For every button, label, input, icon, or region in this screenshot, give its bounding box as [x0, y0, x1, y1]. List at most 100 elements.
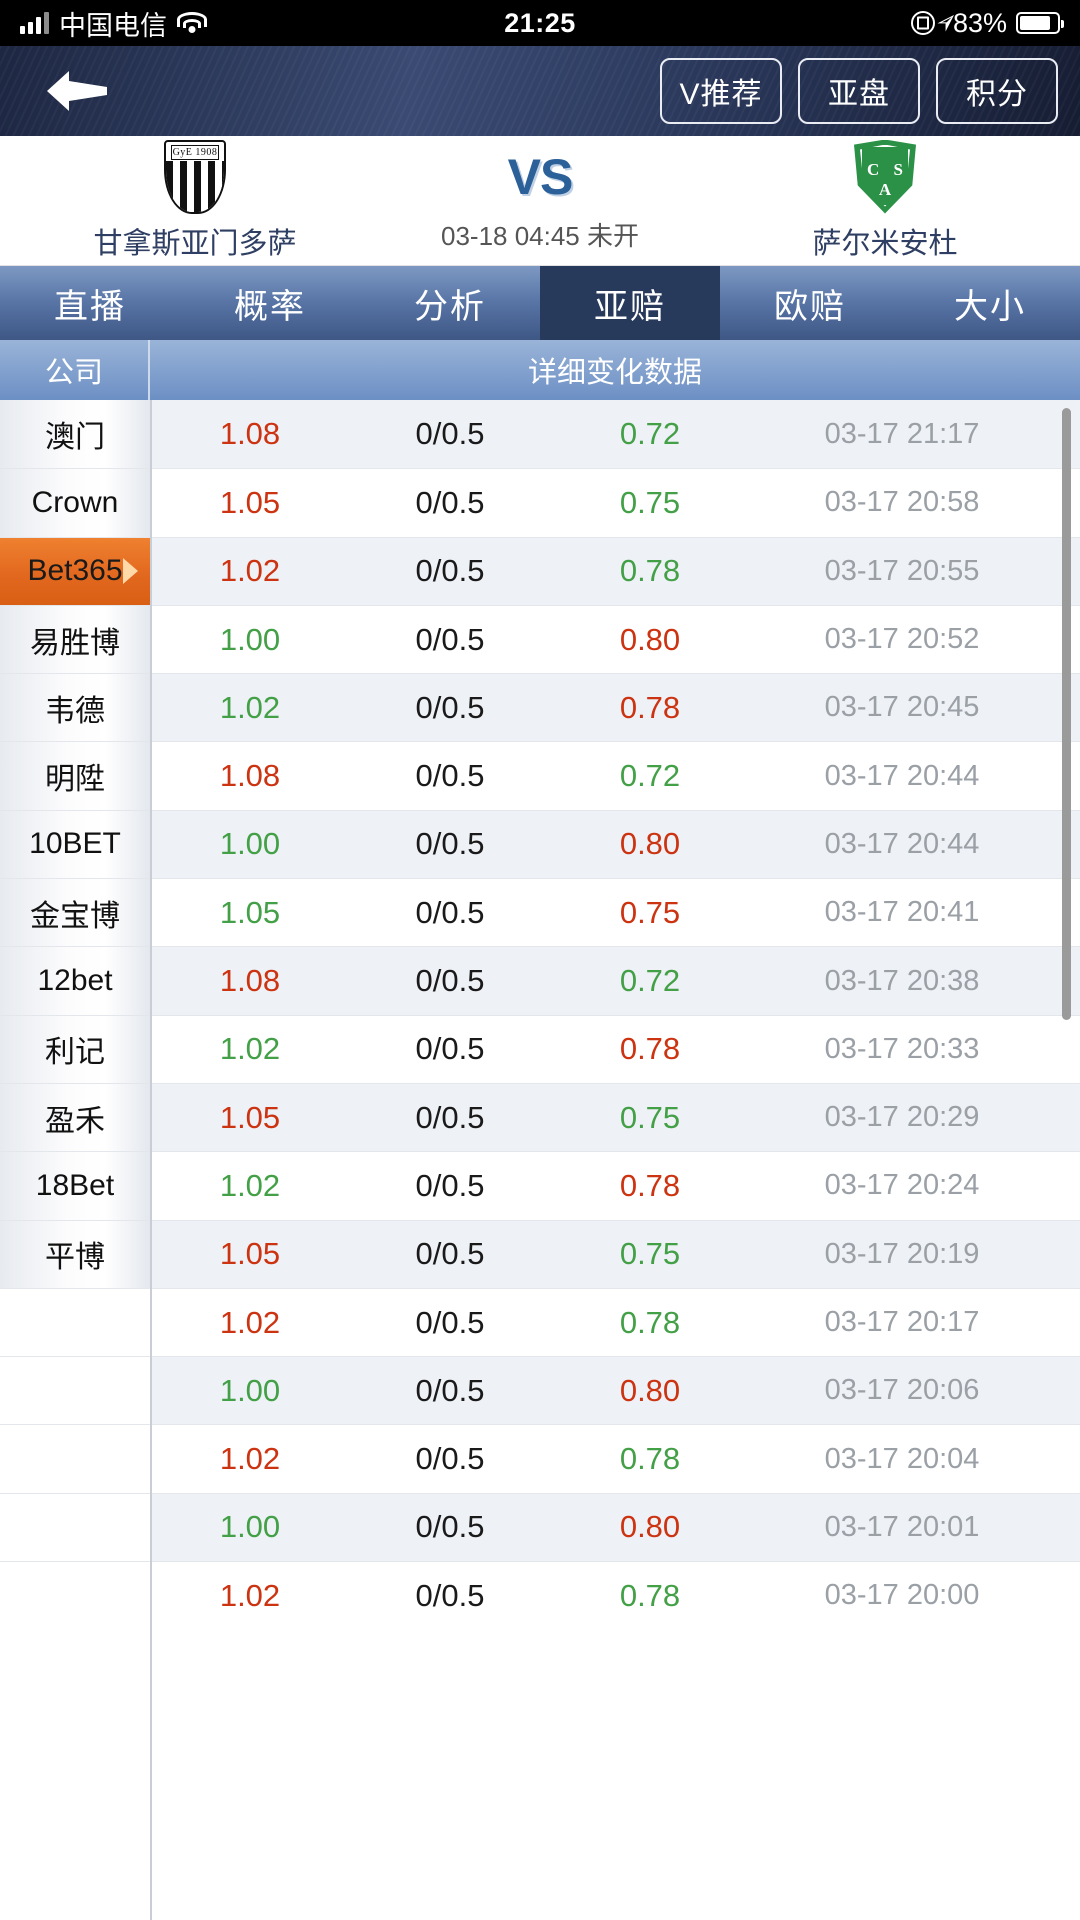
company-name: 18Bet: [35, 1168, 115, 1202]
odds-cells: 1.02 0/0.5 0.78 03-17 20:04: [150, 1424, 1080, 1493]
handicap-cell: 0/0.5: [415, 1304, 485, 1340]
timestamp-cell: 03-17 20:17: [824, 1306, 980, 1338]
odds-cells: 1.00 0/0.5 0.80 03-17 20:01: [150, 1492, 1080, 1562]
company-cell[interactable]: 金宝博: [0, 878, 150, 947]
table-row[interactable]: 利记 1.02 0/0.5 0.78 03-17 20:33: [0, 1014, 1080, 1083]
table-row[interactable]: 澳门 1.08 0/0.5 0.72 03-17 21:17: [0, 400, 1080, 469]
table-row[interactable]: 韦德 1.02 0/0.5 0.78 03-17 20:45: [0, 673, 1080, 742]
handicap-cell: 0/0.5: [415, 689, 485, 725]
home-odds-cell: 1.00: [219, 621, 281, 657]
odds-cells: 1.02 0/0.5 0.78 03-17 20:24: [150, 1151, 1080, 1220]
handicap-cell: 0/0.5: [415, 1577, 485, 1613]
odds-cells: 1.02 0/0.5 0.78 03-17 20:33: [150, 1014, 1080, 1083]
odds-cells: 1.02 0/0.5 0.78 03-17 20:55: [150, 536, 1080, 605]
company-cell[interactable]: [0, 1492, 150, 1562]
table-row[interactable]: 明陞 1.08 0/0.5 0.72 03-17 20:44: [0, 741, 1080, 810]
table-row[interactable]: Crown 1.05 0/0.5 0.75 03-17 20:58: [0, 468, 1080, 537]
company-cell[interactable]: 平博: [0, 1219, 150, 1288]
away-team[interactable]: C S A 萨尔米安杜: [690, 139, 1080, 262]
handicap-cell: 0/0.5: [415, 553, 485, 589]
nav-buttons: V推荐 亚盘 积分: [660, 58, 1058, 124]
table-row[interactable]: 易胜博 1.00 0/0.5 0.80 03-17 20:52: [0, 604, 1080, 674]
company-cell[interactable]: 澳门: [0, 400, 150, 469]
timestamp-cell: 03-17 20:24: [824, 1169, 980, 1202]
handicap-cell: 0/0.5: [415, 894, 485, 930]
tab-european-odds[interactable]: 欧赔: [720, 266, 900, 340]
company-cell[interactable]: Bet365: [0, 536, 150, 605]
tab-over-under[interactable]: 大小: [900, 266, 1080, 340]
nav-button-v-recommend[interactable]: V推荐: [660, 58, 782, 124]
company-cell[interactable]: 明陞: [0, 741, 150, 810]
tab-analysis[interactable]: 分析: [360, 266, 540, 340]
column-divider: [150, 400, 152, 1920]
away-crest-letter-3: A: [878, 179, 892, 199]
company-name: 澳门: [45, 421, 105, 455]
table-row[interactable]: 1.00 0/0.5 0.80 03-17 20:06: [0, 1356, 1080, 1425]
table-row[interactable]: 盈禾 1.05 0/0.5 0.75 03-17 20:29: [0, 1082, 1080, 1152]
home-odds-cell: 1.05: [219, 484, 281, 520]
company-cell[interactable]: Crown: [0, 468, 150, 537]
tab-bar: 直播 概率 分析 亚赔 欧赔 大小: [0, 266, 1080, 340]
company-cell[interactable]: [0, 1287, 150, 1357]
odds-cells: 1.02 0/0.5 0.78 03-17 20:17: [150, 1287, 1080, 1357]
timestamp-cell: 03-17 20:04: [824, 1442, 980, 1475]
company-cell[interactable]: [0, 1561, 150, 1630]
vertical-scrollbar[interactable]: [1062, 408, 1071, 1020]
home-odds-cell: 1.00: [219, 826, 281, 862]
tab-probability[interactable]: 概率: [180, 266, 360, 340]
odds-table-body: 澳门 1.08 0/0.5 0.72 03-17 21:17 Crown 1.05 0/0.5…: [0, 400, 1080, 1630]
tab-live[interactable]: 直播: [0, 266, 180, 340]
company-name: 韦德: [45, 694, 105, 728]
table-row[interactable]: 1.02 0/0.5 0.78 03-17 20:04: [0, 1424, 1080, 1493]
odds-table[interactable]: 澳门 1.08 0/0.5 0.72 03-17 21:17 Crown 1.05 0/0.5…: [0, 400, 1080, 1920]
table-row[interactable]: Bet365 1.02 0/0.5 0.78 03-17 20:55: [0, 536, 1080, 605]
away-team-crest-icon: C S A: [850, 139, 920, 214]
away-odds-cell: 0.78: [619, 1167, 681, 1203]
table-header: 公司 详细变化数据: [0, 340, 1080, 400]
company-cell[interactable]: 利记: [0, 1014, 150, 1083]
company-cell[interactable]: 10BET: [0, 809, 150, 879]
company-name: 利记: [45, 1036, 105, 1070]
timestamp-cell: 03-17 20:33: [824, 1032, 980, 1065]
table-row[interactable]: 18Bet 1.02 0/0.5 0.78 03-17 20:24: [0, 1151, 1080, 1220]
company-cell[interactable]: 易胜博: [0, 604, 150, 674]
nav-button-asian-handicap[interactable]: 亚盘: [798, 58, 920, 124]
home-team-crest-icon: GyE 1908: [160, 139, 230, 214]
company-cell[interactable]: 韦德: [0, 673, 150, 742]
back-arrow-icon[interactable]: [22, 46, 132, 136]
table-row[interactable]: 10BET 1.00 0/0.5 0.80 03-17 20:44: [0, 809, 1080, 879]
away-odds-cell: 0.78: [619, 1304, 681, 1340]
handicap-cell: 0/0.5: [415, 416, 485, 452]
table-row[interactable]: 1.00 0/0.5 0.80 03-17 20:01: [0, 1492, 1080, 1562]
match-datetime: 03-18 04:45 未开: [440, 221, 639, 251]
away-odds-cell: 0.80: [619, 1372, 681, 1408]
table-row[interactable]: 1.02 0/0.5 0.78 03-17 20:17: [0, 1287, 1080, 1357]
away-crest-letter-2: S: [893, 159, 903, 179]
home-odds-cell: 1.02: [219, 1167, 281, 1203]
company-cell[interactable]: 18Bet: [0, 1151, 150, 1220]
table-row[interactable]: 金宝博 1.05 0/0.5 0.75 03-17 20:41: [0, 878, 1080, 947]
odds-cells: 1.05 0/0.5 0.75 03-17 20:29: [150, 1082, 1080, 1152]
company-cell[interactable]: [0, 1424, 150, 1493]
home-team[interactable]: GyE 1908 甘拿斯亚门多萨: [0, 139, 390, 262]
away-odds-cell: 0.78: [619, 689, 681, 725]
tab-asian-odds[interactable]: 亚赔: [540, 266, 720, 340]
odds-cells: 1.05 0/0.5 0.75 03-17 20:58: [150, 468, 1080, 537]
company-cell[interactable]: 盈禾: [0, 1082, 150, 1152]
table-row[interactable]: 1.02 0/0.5 0.78 03-17 20:00: [0, 1561, 1080, 1630]
away-odds-cell: 0.78: [619, 1031, 681, 1067]
home-odds-cell: 1.05: [219, 894, 281, 930]
nav-button-points[interactable]: 积分: [936, 58, 1058, 124]
timestamp-cell: 03-17 21:17: [824, 417, 980, 450]
away-crest-letter-1: C: [867, 159, 880, 179]
company-cell[interactable]: [0, 1356, 150, 1425]
timestamp-cell: 03-17 20:19: [824, 1237, 980, 1270]
table-row[interactable]: 平博 1.05 0/0.5 0.75 03-17 20:19: [0, 1219, 1080, 1288]
company-cell[interactable]: 12bet: [0, 946, 150, 1015]
away-team-name: 萨尔米安杜: [812, 227, 958, 260]
home-odds-cell: 1.02: [219, 1304, 281, 1340]
timestamp-cell: 03-17 20:44: [824, 759, 980, 792]
home-odds-cell: 1.02: [219, 1577, 281, 1613]
table-row[interactable]: 12bet 1.08 0/0.5 0.72 03-17 20:38: [0, 946, 1080, 1015]
home-odds-cell: 1.05: [219, 1099, 281, 1135]
